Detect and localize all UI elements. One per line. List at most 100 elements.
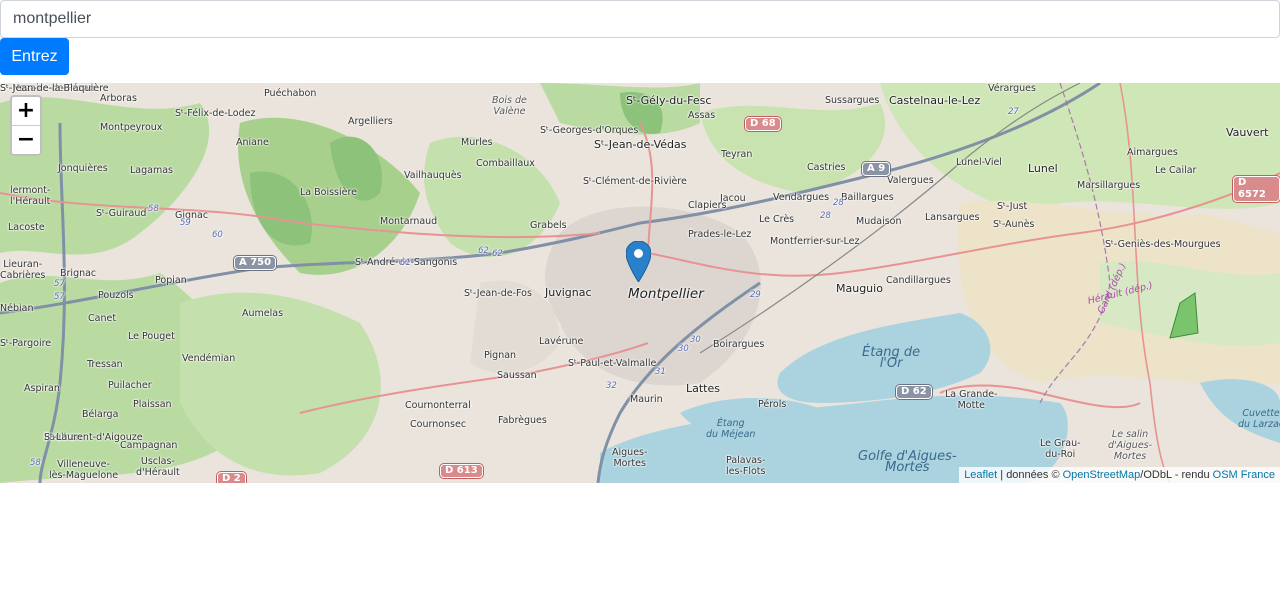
map-label: Lagamas [130,165,173,176]
map-label: Sussargues [825,95,880,106]
map-label: Sᵗ-Aunès [993,219,1035,230]
road-number: 30 [678,344,689,354]
map-label: Le Crès [759,214,795,225]
zoom-out-button[interactable]: − [12,126,40,154]
road-shield: D 2 [217,472,246,483]
map-label: Vauvert [1226,126,1269,139]
map-label: Le Pouget [128,331,175,342]
map-label: Le Grau- du-Roi [1040,438,1081,460]
map-label: Assas [688,110,716,121]
map-label: Combaillaux [476,158,535,169]
map-label: Aspiran [24,383,60,394]
map-label: Pouzols [98,290,134,301]
map-label: Usclas- d'Hérault [136,456,180,478]
map-label: La Grande- Motte [945,389,998,411]
map-label: Sᵗ-Jean-de-la-Blaquière [0,83,109,94]
map-label: lermont- l'Hérault [10,185,51,207]
road-number: 62 [492,249,503,259]
map-label: Puilacher [108,380,152,391]
road-shield: A 750 [234,256,277,270]
road-number: 57 [54,279,65,289]
submit-button[interactable]: Entrez [0,38,69,75]
road-number: 59 [180,218,191,228]
map-label: Aumelas [242,308,284,319]
map-label: Aniane [236,137,269,148]
map-label: Aimargues [1127,147,1178,158]
map-label: Sᵗ-Clément-de-Rivière [583,176,687,187]
map-label: Sᵗ-Geniès-des-Mourgues [1105,239,1221,250]
map-label: Lacoste [8,222,45,233]
map-label: Argelliers [348,116,393,127]
map-label: Jonquières [58,163,108,174]
zoom-control: + − [10,95,42,156]
map-label: Maurin [630,394,663,405]
map-label: Lansargues [925,212,980,223]
road-number: 29 [750,290,761,300]
map-label: Sᵗ-Paul-et-Valmalle [568,358,657,369]
search-input[interactable] [0,0,1280,38]
map-label: Golfe d'Aigues- Mortes [858,449,957,475]
map-label: Pignan [484,350,517,361]
road-number: 57 [54,292,65,302]
road-number: 30 [690,335,701,345]
road-shield: D 613 [440,464,483,478]
map-label: Bois de Valène [492,95,527,117]
attribution-mid: /ODbL - rendu [1140,469,1213,481]
map-label: Baillargues [841,192,894,203]
map-label: Murles [461,137,493,148]
map-label: Palavas- les-Flots [726,455,766,477]
map-label: Montferrier-sur-Lez [770,236,860,247]
map-label: Sᵗ-Jean-de-Védas [594,138,687,151]
map-label: Brignac [60,268,97,279]
map-label: Candillargues [886,275,951,286]
map-label: Lattes [686,382,720,395]
map-label: La Boissière [300,187,358,198]
map-label: Aigues- Mortes [612,447,648,469]
zoom-in-button[interactable]: + [12,97,40,126]
map-attribution: Leaflet | données © OpenStreetMap/ODbL -… [959,467,1280,483]
map-label: Bélarga [82,409,119,420]
road-number: 31 [655,367,666,377]
map-label: Castelnau-le-Lez [889,94,981,107]
map-label: Sᵗ-Félix-de-Lodez [175,108,256,119]
map-label: Mauguio [836,282,883,295]
road-number: 32 [606,381,617,391]
leaflet-link[interactable]: Leaflet [964,469,997,481]
map-label: Arboras [100,93,137,104]
map-label: Mudaison [856,216,902,227]
map-label: Le salin d'Aigues- Mortes [1108,429,1153,462]
map-label: Vendémian [182,353,236,364]
map-label: Prades-le-Lez [688,229,752,240]
map-label: Montpellier [628,286,704,302]
map-label: Sᵗ-Guiraud [96,208,147,219]
map-label: Étang du Méjean [706,418,756,440]
map-label: Sᵗ-Georges-d'Orques [540,125,639,136]
map-label: Lavérune [539,336,584,347]
map-label: Sᵗ-Pargoire [0,338,52,349]
map-label: Cuvette du Larzac [1238,408,1280,430]
map-label: Cournonsec [410,419,467,430]
map-label: Clapiers [688,200,727,211]
map-label: Sᵗ-Jean-de-Fos [464,288,532,299]
map-label: Boirargues [713,339,765,350]
map-label: Lunel [1028,162,1058,175]
openstreetmap-link[interactable]: OpenStreetMap [1063,469,1141,481]
location-marker-icon[interactable] [626,241,651,282]
road-number: 60 [212,230,223,240]
osm-france-link[interactable]: OSM France [1213,469,1275,481]
road-number: 28 [820,211,831,221]
map-label: Sᵗ-Just [997,201,1028,212]
map-label: Lunel-Viel [956,157,1002,168]
road-shield: A 9 [862,162,891,176]
map[interactable]: Montpellier Arboras Puéchabon Montpeyroux An… [0,83,1280,483]
map-label: Tressan [87,359,123,370]
road-number: 28 [833,198,844,208]
map-label: Valergues [887,175,934,186]
map-label: Puéchabon [264,88,317,99]
map-label: Marsillargues [1077,180,1141,191]
map-label: Saussan [497,370,537,381]
map-label: Sᵗ-Laurent-d'Aigouze [44,432,143,443]
map-label: Le Cailar [1155,165,1197,176]
map-label: Fabrègues [498,415,547,426]
map-label: Lieuran- Cabrières [0,259,46,281]
